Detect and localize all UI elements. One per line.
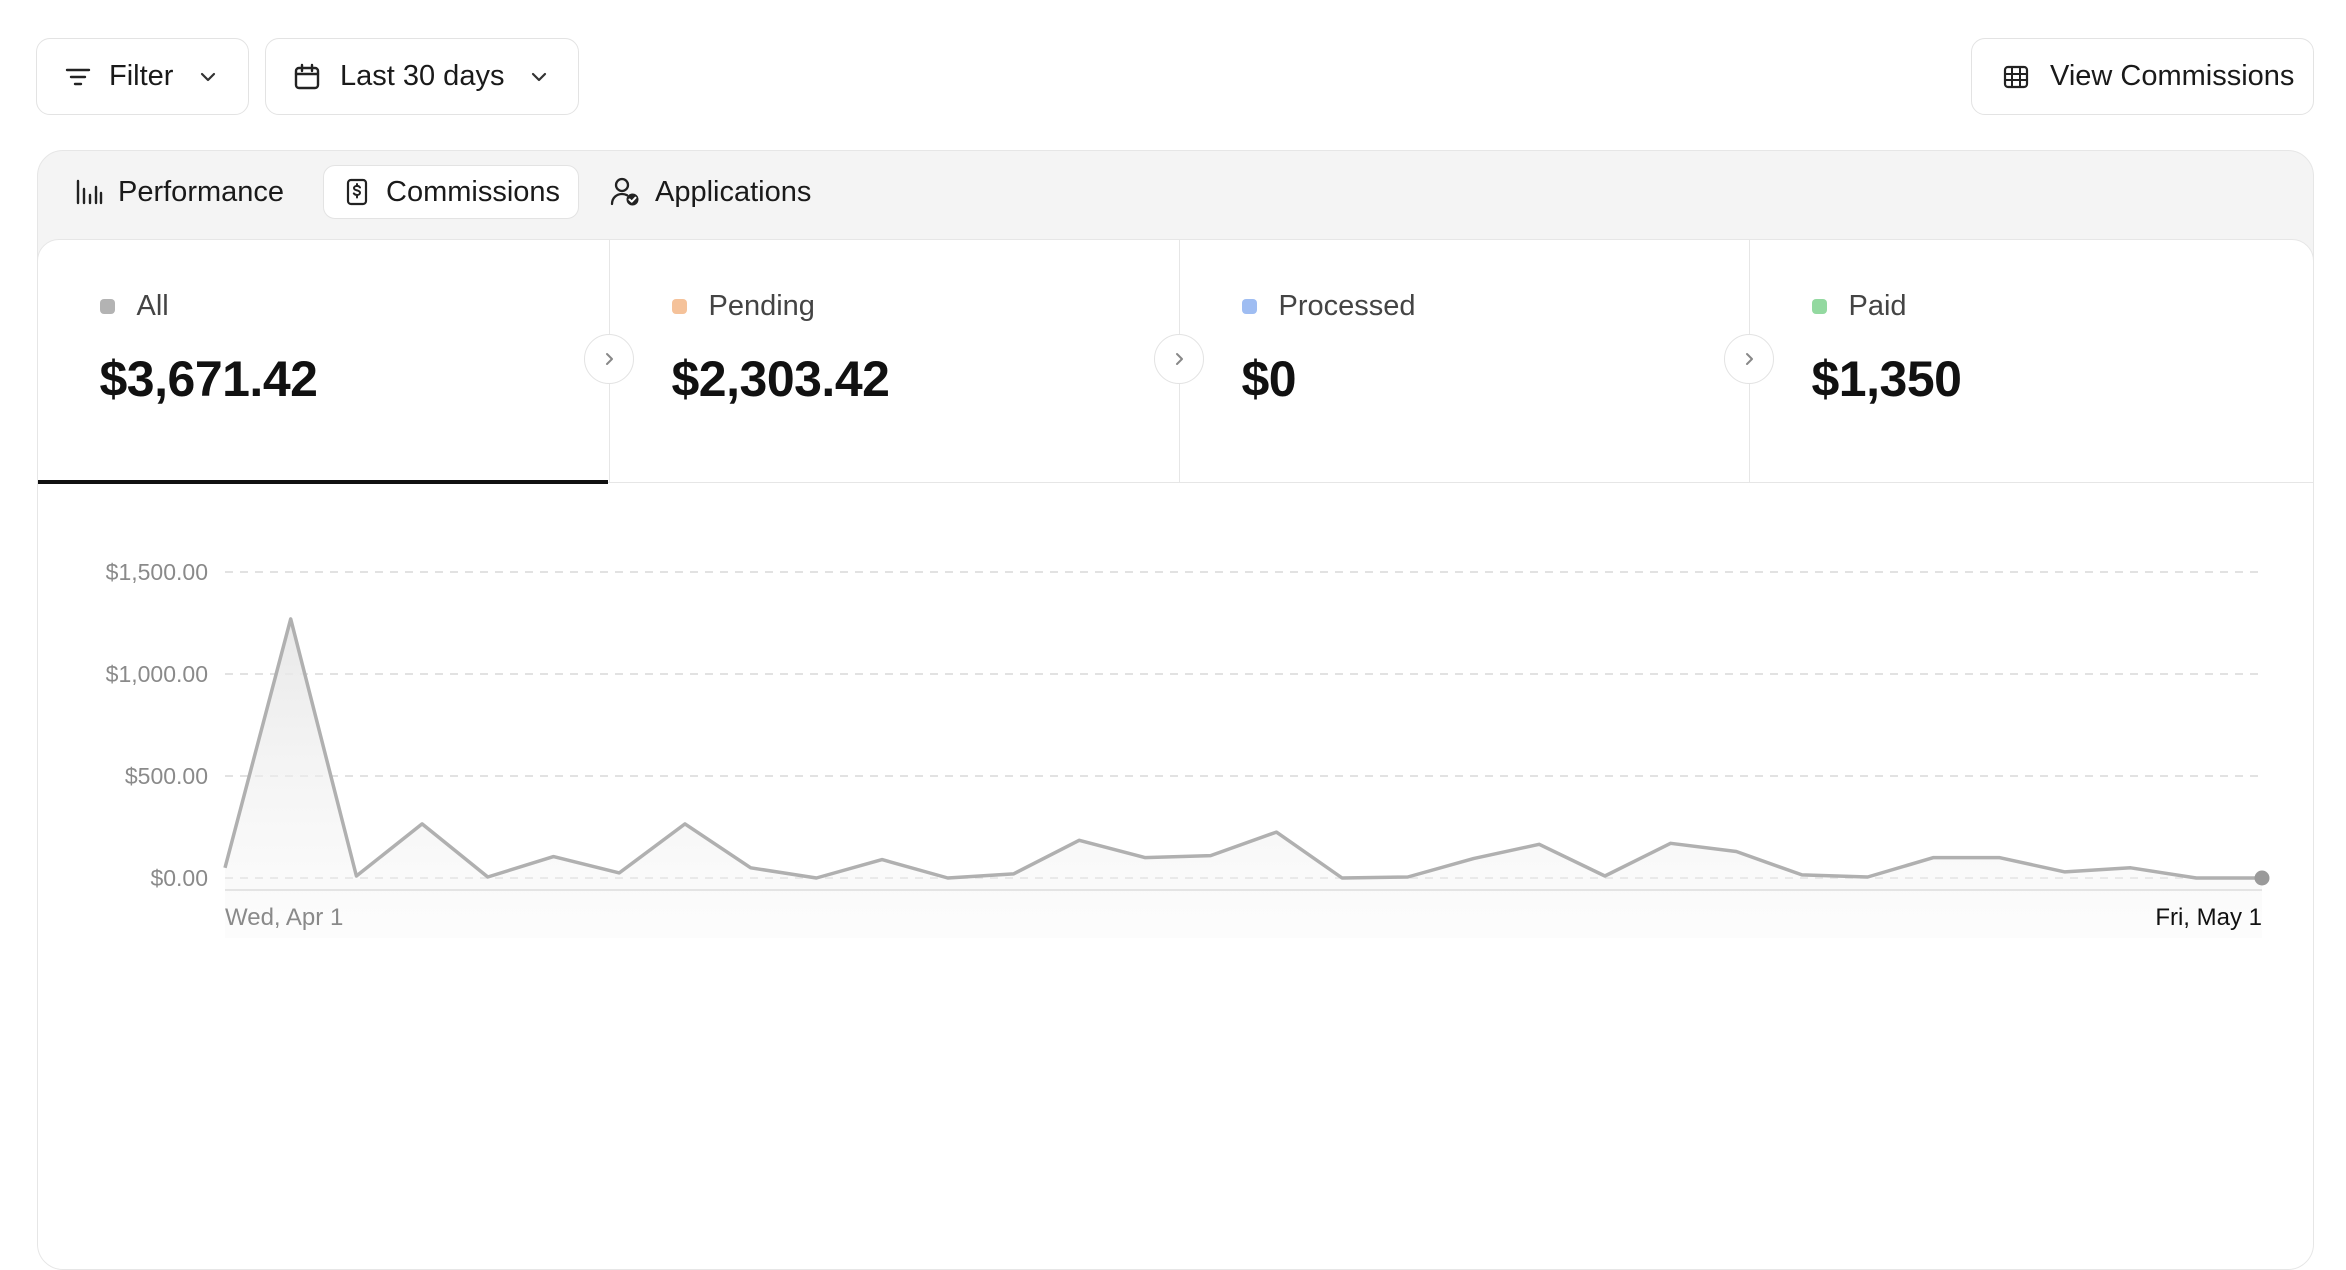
stat-label: Pending	[708, 290, 815, 322]
x-axis-start-label: Wed, Apr 1	[225, 904, 343, 931]
x-axis-end-label: Fri, May 1	[2155, 904, 2262, 931]
series-line	[222, 617, 2262, 880]
filter-label: Filter	[109, 60, 174, 92]
table-icon	[2003, 65, 2029, 88]
chevron-right-icon	[1723, 334, 1774, 384]
stat-value: $1,350	[1811, 351, 1962, 407]
stat-label: Processed	[1278, 290, 1416, 322]
tab-bar: Performance Commissions Applications	[38, 151, 2313, 239]
tab-label: Applications	[655, 175, 812, 208]
stat-value: $0	[1241, 351, 1297, 407]
bar-chart-icon	[76, 179, 103, 205]
date-range-button[interactable]: Last 30 days	[265, 38, 579, 115]
commissions-chart: $1,500.00 $1,000.00 $500.00 $0.00 Wed, Apr …	[105, 559, 2269, 938]
status-dot	[1811, 299, 1827, 314]
date-range-label: Last 30 days	[340, 60, 505, 92]
stats-row: All $3,671.42 Pending $2,303.42 Processe…	[38, 240, 2314, 484]
user-check-icon	[610, 177, 639, 206]
last-data-point	[2254, 870, 2269, 886]
stat-card-processed[interactable]: Processed $0	[1178, 240, 1749, 482]
view-commissions-button[interactable]: View Commissions	[1971, 38, 2314, 115]
status-dot	[1241, 299, 1257, 314]
y-tick-label: $1,500.00	[105, 559, 207, 585]
stat-label: All	[136, 290, 169, 322]
y-tick-label: $1,000.00	[105, 661, 207, 687]
status-dot	[99, 299, 115, 314]
chevron-down-icon	[532, 72, 547, 81]
calendar-icon	[294, 63, 320, 89]
view-commissions-label: View Commissions	[2050, 60, 2295, 92]
analytics-panel: Performance Commissions Applications All…	[37, 150, 2314, 1270]
stat-card-paid[interactable]: Paid $1,350 $ 123	[1748, 240, 2314, 482]
stat-label: Paid	[1848, 290, 1907, 322]
tab-commissions[interactable]: Commissions	[323, 165, 580, 219]
commissions-content: All $3,671.42 Pending $2,303.42 Processe…	[38, 239, 2314, 1269]
y-tick-label: $0.00	[150, 865, 208, 891]
tab-performance[interactable]: Performance	[56, 165, 302, 219]
stat-card-pending[interactable]: Pending $2,303.42	[608, 240, 1179, 482]
stat-card-all[interactable]: All $3,671.42	[38, 240, 608, 484]
tab-label: Performance	[118, 175, 285, 208]
stat-value: $2,303.42	[671, 351, 890, 407]
filter-button[interactable]: Filter	[36, 38, 249, 115]
receipt-icon	[346, 178, 368, 206]
status-dot	[671, 299, 687, 314]
tab-applications[interactable]: Applications	[591, 165, 829, 219]
chevron-right-icon	[1153, 334, 1204, 384]
tab-label: Commissions	[386, 175, 561, 208]
toolbar: Filter Last 30 days View Commissions	[0, 0, 2346, 130]
chevron-right-icon	[583, 334, 634, 384]
stat-value: $3,671.42	[99, 351, 318, 407]
y-tick-label: $500.00	[124, 763, 207, 789]
filter-icon	[65, 68, 91, 85]
chevron-down-icon	[201, 72, 216, 81]
